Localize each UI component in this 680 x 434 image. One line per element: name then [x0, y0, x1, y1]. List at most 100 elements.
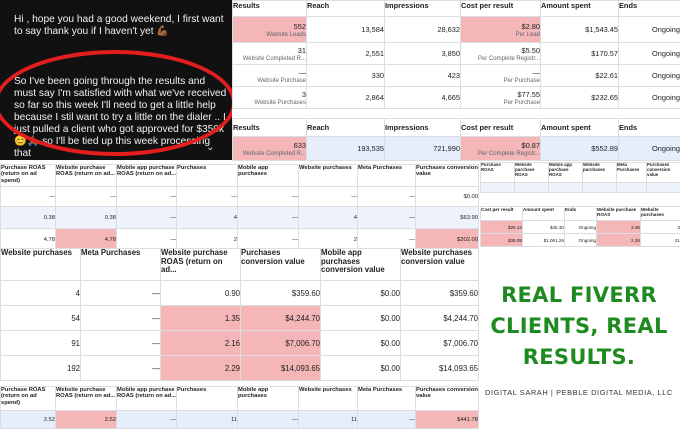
column-header[interactable]: Purchases conversion value: [415, 164, 479, 187]
column-header[interactable]: Purchases: [176, 386, 238, 411]
table-row[interactable]: 192 — 2.29 $14,093.65 $0.00 $14,093.65: [0, 355, 479, 381]
column-header[interactable]: Website purchases conversion value: [400, 248, 479, 281]
column-header[interactable]: Impressions: [384, 0, 461, 17]
table-row[interactable]: 0.38 0.38 — 4 — 4 — $63.90: [0, 206, 479, 229]
column-header[interactable]: Meta Purchases: [80, 248, 161, 281]
column-header[interactable]: Mobile app purchase ROAS (return on ad..…: [116, 386, 177, 411]
column-header[interactable]: Website purchase ROAS (return on ad...: [55, 164, 117, 187]
column-header[interactable]: Amount spent: [522, 206, 565, 221]
column-header[interactable]: Results: [232, 118, 307, 137]
table-row[interactable]: 2.52 2.52 — 11 — 11 — $441.78: [0, 410, 479, 429]
table-row[interactable]: 31 Website Completed R... 2,551 3,850 $5.…: [232, 42, 680, 65]
column-header[interactable]: Website purchases: [640, 206, 680, 221]
table-cell: 2.29: [160, 355, 241, 381]
column-header[interactable]: Purchases conversion value: [240, 248, 321, 281]
column-header[interactable]: Ends: [564, 206, 597, 221]
cost-per-result-type: Per Purchase: [503, 77, 540, 84]
column-header[interactable]: Website purchase ROAS: [514, 162, 549, 183]
column-header[interactable]: Reach: [306, 118, 385, 137]
roas-table-tiny: Purchase ROAS Website purchase ROAS Mobi…: [480, 162, 680, 193]
column-header[interactable]: Website purchases: [298, 164, 358, 187]
table-cell: 2.52: [55, 410, 117, 429]
table-cell: $14,093.65: [240, 355, 321, 381]
column-header[interactable]: Meta Purchases: [357, 164, 416, 187]
column-header[interactable]: Cost per result: [460, 118, 541, 137]
table-cell: 1.35: [160, 305, 241, 331]
table-row[interactable]: 91 — 2.16 $7,006.70 $0.00 $7,006.70: [0, 330, 479, 356]
column-header[interactable]: Purchases: [176, 164, 238, 187]
table-cell: —: [116, 206, 177, 229]
table-cell: —: [237, 186, 299, 207]
table-cell: 192: [0, 355, 81, 381]
amount-spent-value: $170.57: [540, 42, 619, 65]
column-header[interactable]: Results: [232, 0, 307, 17]
cost-table-tiny: Cost per result Amount spent Ends Websit…: [480, 206, 680, 247]
column-header[interactable]: Cost per result: [460, 0, 541, 17]
column-header[interactable]: Website purchases: [0, 248, 81, 281]
table-cell: 21: [640, 233, 680, 247]
cost-per-result-value: $5.50: [521, 45, 540, 55]
column-header[interactable]: Meta Purchases: [616, 162, 647, 183]
column-header[interactable]: Website purchases: [582, 162, 617, 183]
column-header[interactable]: Ends: [618, 0, 680, 17]
column-header[interactable]: Website purchase ROAS (return on ad...: [55, 386, 117, 411]
column-header[interactable]: Meta Purchases: [357, 386, 416, 411]
table-cell: $14,093.65: [400, 355, 479, 381]
column-header[interactable]: Ends: [618, 118, 680, 137]
table-cell: —: [116, 186, 177, 207]
table-row[interactable]: 4 — 0.90 $359.60 $0.00 $359.60: [0, 280, 479, 306]
column-header[interactable]: Mobile app purchases: [237, 164, 299, 187]
table-cell: —: [116, 410, 177, 429]
table-row[interactable]: — — — — — — — $0.00: [0, 186, 479, 207]
chevron-down-icon[interactable]: ⌄: [206, 142, 214, 153]
column-header[interactable]: Amount spent: [540, 118, 619, 137]
column-header[interactable]: Mobile app purchase ROAS: [548, 162, 583, 183]
ends-value: Ongoing: [618, 16, 680, 43]
table-row[interactable]: [480, 182, 680, 193]
table-row[interactable]: $35.08 $1,061.26 Ongoing 2.38 21: [480, 233, 680, 247]
table-cell: $0.00: [320, 355, 401, 381]
reach-value: 2,864: [306, 86, 385, 109]
table-cell: —: [298, 186, 358, 207]
column-header[interactable]: Mobile app purchases: [237, 386, 299, 411]
column-header[interactable]: Purchase ROAS: [480, 162, 515, 183]
table-cell: 4: [298, 206, 358, 229]
cost-per-result-value: $2.80: [521, 21, 540, 31]
table-cell: Ongoing: [564, 220, 597, 234]
table-cell: 11: [298, 410, 358, 429]
table-row[interactable]: $26.13 $45.30 Ongoing 3.36 3: [480, 220, 680, 234]
column-header[interactable]: Reach: [306, 0, 385, 17]
table-cell: [548, 182, 583, 193]
table-row[interactable]: 3 Website Purchases 2,864 4,665 $77.55 Per…: [232, 86, 680, 109]
results-type: Website Purchase: [257, 77, 306, 84]
table-row[interactable]: 552 Website Leads 13,584 28,632 $2.80 Per …: [232, 16, 680, 43]
results-value: 3: [301, 89, 306, 99]
column-header[interactable]: Impressions: [384, 118, 461, 137]
results-value: 552: [293, 21, 306, 31]
column-header[interactable]: Purchase ROAS (return on ad spend): [0, 386, 56, 411]
column-header[interactable]: Website purchase ROAS (return on ad...: [160, 248, 241, 281]
table-cell: $1,061.26: [522, 233, 565, 247]
column-header[interactable]: Website purchases: [298, 386, 358, 411]
column-header[interactable]: Amount spent: [540, 0, 619, 17]
column-header[interactable]: Purchases conversion value: [415, 386, 479, 411]
table-row[interactable]: — Website Purchase 330 423 — Per Purchase …: [232, 64, 680, 87]
purchases-table: Website purchases Meta Purchases Website…: [0, 248, 479, 381]
table-cell: $63.90: [415, 206, 479, 229]
impressions-value: 4,665: [384, 86, 461, 109]
column-header[interactable]: Purchases conversion value: [646, 162, 680, 183]
column-header[interactable]: Mobile app purchase ROAS (return on ad..…: [116, 164, 177, 187]
table-cell: —: [80, 305, 161, 331]
chat-message-greeting: Hi , hope you had a good weekend, I firs…: [14, 14, 224, 37]
table-row[interactable]: 633 Website Completed R... 193,535 721,99…: [232, 136, 680, 161]
roas-table-bottom: Purchase ROAS (return on ad spend) Websi…: [0, 386, 479, 429]
table-cell: 0.90: [160, 280, 241, 306]
headline-line: CLIENTS, REAL: [490, 314, 668, 338]
column-header[interactable]: Cost per result: [480, 206, 523, 221]
column-header[interactable]: Purchase ROAS (return on ad spend): [0, 164, 56, 187]
column-header[interactable]: Website purchase ROAS: [596, 206, 641, 221]
impressions-value: 3,850: [384, 42, 461, 65]
table-cell: $359.60: [400, 280, 479, 306]
table-row[interactable]: 54 — 1.35 $4,244.70 $0.00 $4,244.70: [0, 305, 479, 331]
column-header[interactable]: Mobile app purchases conversion value: [320, 248, 401, 281]
